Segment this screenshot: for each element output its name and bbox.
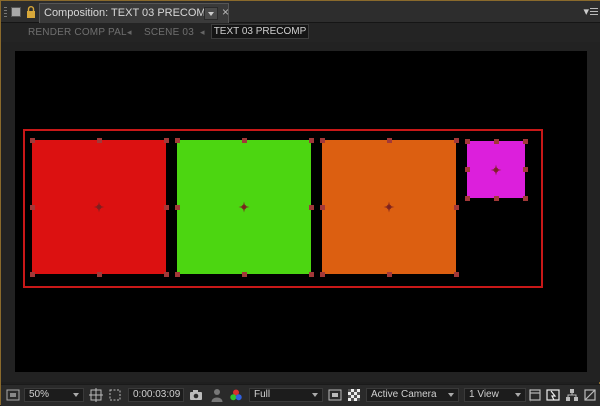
transform-handle[interactable] <box>308 271 314 277</box>
camera-view-dropdown[interactable]: Active Camera <box>366 388 459 402</box>
transform-handle[interactable] <box>163 204 169 210</box>
breadcrumb-separator-icon: ◂ <box>200 27 205 37</box>
transform-handle[interactable] <box>29 137 35 143</box>
breadcrumb-separator-icon: ◂ <box>127 27 132 37</box>
transform-handle[interactable] <box>174 271 180 277</box>
fit-region-icon[interactable] <box>89 388 103 402</box>
composition-dropdown-button[interactable] <box>204 7 218 20</box>
panel-title-bar: Composition: TEXT 03 PRECOMP × ▾ <box>1 1 600 23</box>
panel-menu-arrow-icon[interactable]: ▾ <box>583 5 589 18</box>
transform-handle[interactable] <box>464 138 470 144</box>
always-preview-icon[interactable] <box>6 388 20 402</box>
resolution-dropdown[interactable]: Full <box>249 388 323 402</box>
transform-handle[interactable] <box>163 271 169 277</box>
region-of-interest-icon[interactable] <box>328 388 342 402</box>
timeline-icon[interactable] <box>546 388 560 402</box>
transform-handle[interactable] <box>319 137 325 143</box>
transform-handle[interactable] <box>493 195 499 201</box>
breadcrumb-item-scene-03[interactable]: SCENE 03 <box>144 27 194 38</box>
fast-previews-icon[interactable] <box>528 388 542 402</box>
close-tab-icon[interactable]: × <box>222 5 229 19</box>
transform-handle[interactable] <box>29 204 35 210</box>
channel-icon[interactable] <box>229 388 243 402</box>
composition-viewer[interactable] <box>1 42 600 382</box>
transform-handle[interactable] <box>96 137 102 143</box>
transform-handle[interactable] <box>319 204 325 210</box>
transform-handle[interactable] <box>163 137 169 143</box>
composition-tab-label: Composition: TEXT 03 PRECOMP <box>44 7 213 19</box>
panel-grip-icon[interactable] <box>4 7 7 18</box>
lock-icon[interactable] <box>26 6 36 18</box>
transform-handle[interactable] <box>493 138 499 144</box>
transform-handle[interactable] <box>29 271 35 277</box>
transform-handle[interactable] <box>522 195 528 201</box>
transform-handle[interactable] <box>522 167 528 172</box>
current-time-field[interactable]: 0:00:03:09 <box>128 388 184 402</box>
composition-canvas[interactable] <box>15 51 587 372</box>
panel-color-swatch-icon[interactable] <box>11 7 21 17</box>
anchor-point-icon[interactable] <box>93 201 105 213</box>
transparency-grid-icon[interactable] <box>347 388 361 402</box>
transform-handle[interactable] <box>464 195 470 201</box>
transform-handle[interactable] <box>386 271 392 277</box>
anchor-point-icon[interactable] <box>238 201 250 213</box>
transform-handle[interactable] <box>522 138 528 144</box>
safe-zones-icon[interactable] <box>108 388 122 402</box>
flowchart-icon[interactable] <box>565 388 579 402</box>
composition-panel: Composition: TEXT 03 PRECOMP × ▾ RENDER … <box>0 0 600 406</box>
anchor-point-icon[interactable] <box>490 164 502 175</box>
composition-tab[interactable]: Composition: TEXT 03 PRECOMP × <box>39 3 229 23</box>
breadcrumb-item-render-comp-pal[interactable]: RENDER COMP PAL <box>28 27 127 38</box>
breadcrumb: RENDER COMP PAL ◂ SCENE 03 ◂ TEXT 03 PRE… <box>1 23 600 42</box>
transform-handle[interactable] <box>174 204 180 210</box>
magnification-dropdown[interactable]: 50% <box>24 388 84 402</box>
transform-handle[interactable] <box>96 271 102 277</box>
transform-handle[interactable] <box>386 137 392 143</box>
breadcrumb-item-text-03-precomp[interactable]: TEXT 03 PRECOMP <box>211 24 309 39</box>
transform-handle[interactable] <box>308 204 314 210</box>
transform-handle[interactable] <box>241 137 247 143</box>
view-layout-dropdown[interactable]: 1 View <box>464 388 526 402</box>
transform-handle[interactable] <box>453 137 459 143</box>
transform-handle[interactable] <box>464 167 470 172</box>
exposure-icon[interactable] <box>583 388 597 402</box>
transform-handle[interactable] <box>319 271 325 277</box>
transform-handle[interactable] <box>453 204 459 210</box>
show-snapshot-icon[interactable] <box>210 388 224 402</box>
transform-handle[interactable] <box>241 271 247 277</box>
snapshot-icon[interactable] <box>189 388 203 402</box>
transform-handle[interactable] <box>308 137 314 143</box>
viewer-toolbar: 50% 0:00:03:09 Full Active Camera 1 View <box>1 384 600 406</box>
transform-handle[interactable] <box>174 137 180 143</box>
anchor-point-icon[interactable] <box>383 201 395 213</box>
transform-handle[interactable] <box>453 271 459 277</box>
panel-menu-icon[interactable] <box>590 8 598 16</box>
